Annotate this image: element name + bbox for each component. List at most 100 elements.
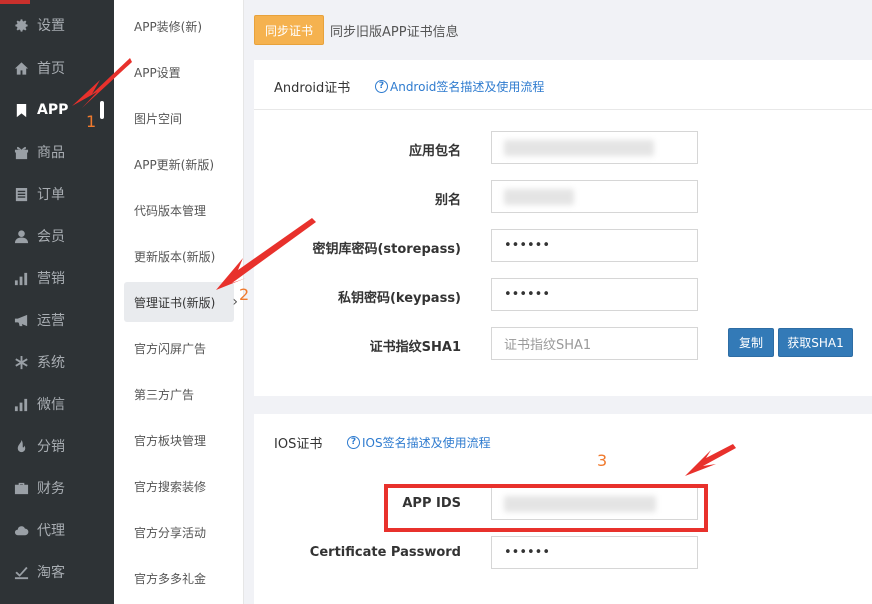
submenu-item-third-party-ads[interactable]: 第三方广告 — [124, 374, 234, 414]
nav-item-goods[interactable]: 商品 — [0, 131, 114, 173]
package-name-input[interactable] — [491, 131, 698, 164]
nav-item-marketing[interactable]: 营销 — [0, 257, 114, 299]
submenu-item-update-version[interactable]: 更新版本(新版) — [124, 236, 234, 276]
ios-panel-title: IOS证书 — [274, 437, 323, 452]
submenu-label: 第三方广告 — [134, 387, 195, 402]
android-certificate-panel: Android证书 ? Android签名描述及使用流程 应用包名 别名 密钥库… — [254, 60, 872, 396]
nav-label: 订单 — [37, 187, 65, 203]
storepass-label: 密钥库密码(storepass) — [312, 242, 461, 257]
nav-label: 商品 — [37, 145, 65, 161]
keypass-label: 私钥密码(keypass) — [337, 291, 461, 306]
ios-help-text: IOS签名描述及使用流程 — [362, 436, 491, 450]
megaphone-icon — [13, 312, 29, 328]
submenu-label: APP更新(新版) — [134, 157, 215, 172]
home-icon — [13, 60, 29, 76]
nav-item-home[interactable]: 首页 — [0, 47, 114, 89]
submenu-label: 官方多多礼金 — [134, 571, 207, 586]
submenu-item-manage-certificates[interactable]: 管理证书(新版) › — [124, 282, 238, 322]
ios-panel-header: IOS证书 ? IOS签名描述及使用流程 — [254, 414, 872, 464]
ios-help-link[interactable]: ? IOS签名描述及使用流程 — [347, 434, 491, 451]
submenu-label: 官方分享活动 — [134, 525, 207, 540]
submenu-label: APP设置 — [134, 65, 181, 80]
sha1-label: 证书指纹SHA1 — [369, 340, 461, 355]
submenu-item-search-decoration[interactable]: 官方搜索装修 — [124, 466, 234, 506]
list-icon — [13, 186, 29, 202]
sha1-input[interactable]: 证书指纹SHA1 — [491, 327, 698, 360]
submenu-label: 官方闪屏广告 — [134, 341, 207, 356]
step-3-label: 3 — [597, 451, 608, 470]
nav-item-app[interactable]: APP — [0, 89, 114, 131]
submenu-label: APP装修(新) — [134, 19, 203, 34]
main-sidebar: 设置 首页 APP 商品 订单 会员 营销 运营 系统 微信 分销 财务 代理 … — [0, 0, 114, 604]
submenu-item-app-settings[interactable]: APP设置 — [124, 52, 234, 92]
certificate-password-input[interactable]: •••••• — [491, 536, 698, 569]
nav-item-taoke[interactable]: 淘客 — [0, 551, 114, 593]
nav-item-orders[interactable]: 订单 — [0, 173, 114, 215]
step-1-label: 1 — [86, 112, 97, 131]
gift-icon — [13, 144, 29, 160]
bar-chart-icon — [13, 396, 29, 412]
nav-label: 代理 — [37, 523, 65, 539]
submenu-item-splash-ads[interactable]: 官方闪屏广告 — [124, 328, 234, 368]
submenu-label: 更新版本(新版) — [134, 249, 216, 264]
sync-description: 同步旧版APP证书信息 — [330, 25, 459, 40]
step-2-label: 2 — [239, 285, 250, 304]
android-help-text: Android签名描述及使用流程 — [390, 80, 545, 94]
nav-item-members[interactable]: 会员 — [0, 215, 114, 257]
alias-label: 别名 — [434, 193, 461, 208]
question-circle-icon: ? — [375, 80, 388, 93]
redacted-value — [504, 188, 574, 205]
submenu-item-duoduo-gift[interactable]: 官方多多礼金 — [124, 558, 234, 598]
app-submenu: APP装修(新) APP设置 图片空间 APP更新(新版) 代码版本管理 更新版… — [114, 0, 244, 604]
nav-label: 会员 — [37, 229, 65, 245]
user-icon — [13, 228, 29, 244]
submenu-item-image-space[interactable]: 图片空间 — [124, 98, 234, 138]
chevron-right-icon: › — [232, 294, 238, 310]
storepass-input[interactable]: •••••• — [491, 229, 698, 262]
android-help-link[interactable]: ? Android签名描述及使用流程 — [375, 78, 544, 95]
submenu-item-app-decoration[interactable]: APP装修(新) — [124, 6, 234, 46]
android-panel-header: Android证书 ? Android签名描述及使用流程 — [254, 60, 872, 110]
submenu-item-section-manage[interactable]: 官方板块管理 — [124, 420, 234, 460]
nav-label: 营销 — [37, 271, 65, 287]
get-sha1-button[interactable]: 获取SHA1 — [778, 328, 853, 357]
briefcase-icon — [13, 480, 29, 496]
nav-label: 微信 — [37, 397, 65, 413]
submenu-label: 官方搜索装修 — [134, 479, 207, 494]
nav-label: APP — [37, 102, 69, 118]
nav-item-distribution[interactable]: 分销 — [0, 425, 114, 467]
bookmark-icon — [13, 102, 29, 118]
nav-item-operations[interactable]: 运营 — [0, 299, 114, 341]
fire-icon — [13, 438, 29, 454]
nav-label: 首页 — [37, 61, 65, 77]
nav-item-finance[interactable]: 财务 — [0, 467, 114, 509]
nav-label: 设置 — [37, 18, 65, 34]
question-circle-icon: ? — [347, 436, 360, 449]
submenu-item-app-update[interactable]: APP更新(新版) — [124, 144, 234, 184]
highlight-box — [384, 484, 708, 532]
sync-certificate-button[interactable]: 同步证书 — [254, 15, 324, 45]
certificate-password-label: Certificate Password — [309, 545, 461, 560]
nav-label: 分销 — [37, 439, 65, 455]
nav-label: 淘客 — [37, 565, 65, 581]
nav-item-agent[interactable]: 代理 — [0, 509, 114, 551]
nav-item-settings[interactable]: 设置 — [0, 4, 114, 46]
asterisk-icon — [13, 354, 29, 370]
copy-button[interactable]: 复制 — [728, 328, 774, 357]
keypass-input[interactable]: •••••• — [491, 278, 698, 311]
cloud-icon — [13, 522, 29, 538]
nav-label: 系统 — [37, 355, 65, 371]
alias-input[interactable] — [491, 180, 698, 213]
submenu-label: 代码版本管理 — [134, 203, 207, 218]
submenu-item-code-version[interactable]: 代码版本管理 — [124, 190, 234, 230]
submenu-label: 管理证书(新版) — [134, 295, 216, 310]
nav-label: 运营 — [37, 313, 65, 329]
submenu-label: 图片空间 — [134, 111, 183, 126]
nav-item-wechat[interactable]: 微信 — [0, 383, 114, 425]
submenu-item-share-activity[interactable]: 官方分享活动 — [124, 512, 234, 552]
nav-label: 财务 — [37, 481, 65, 497]
active-indicator — [100, 101, 104, 119]
package-name-label: 应用包名 — [408, 144, 461, 159]
checkbox-icon — [13, 564, 29, 580]
nav-item-system[interactable]: 系统 — [0, 341, 114, 383]
